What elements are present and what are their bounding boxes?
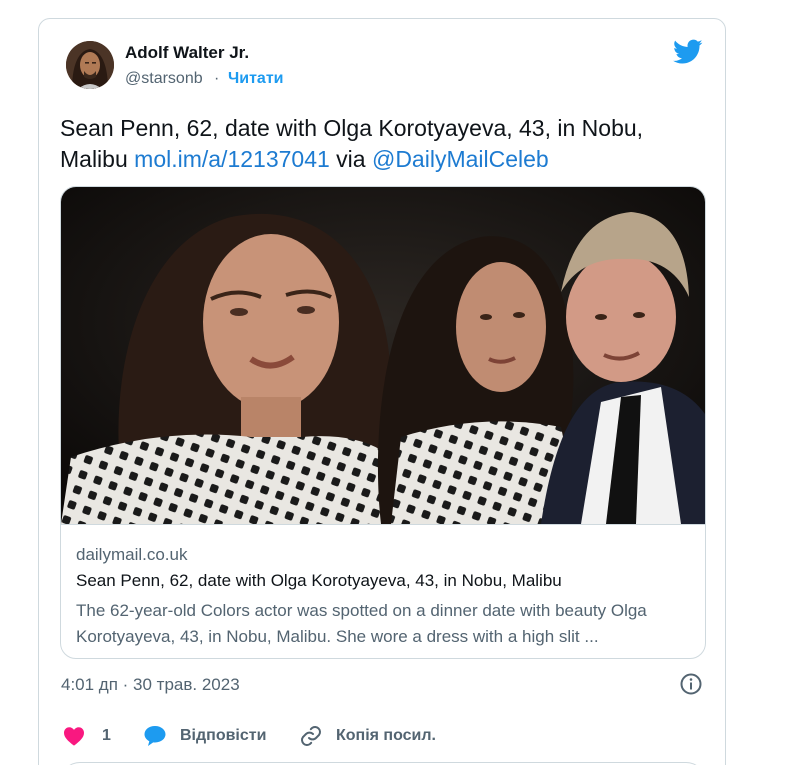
avatar-image (66, 41, 114, 89)
card-description: The 62-year-old Colors actor was spotted… (76, 601, 647, 646)
card-domain: dailymail.co.uk (76, 545, 188, 564)
like-count: 1 (102, 727, 111, 744)
follow-link[interactable]: Читати (228, 70, 283, 88)
speech-bubble-icon (144, 726, 166, 746)
tweet-timestamp[interactable]: 4:01 дп · 30 трав. 2023 (61, 675, 240, 695)
like-button[interactable]: 1 (63, 722, 111, 750)
info-icon[interactable] (679, 672, 703, 696)
tweet-via: via (329, 146, 372, 172)
author-name[interactable]: Adolf Walter Jr. (125, 43, 249, 63)
link-preview-card[interactable]: dailymail.co.uk Sean Penn, 62, date with… (60, 186, 706, 659)
separator-dot: · (214, 70, 220, 87)
copy-link-label: Копія посил. (336, 727, 436, 744)
reply-label: Відповісти (180, 727, 267, 744)
card-title: Sean Penn, 62, date with Olga Korotyayev… (76, 571, 562, 590)
twitter-bird-icon[interactable] (673, 39, 703, 65)
tweet-card: Adolf Walter Jr. @starsonb · Читати Sean… (38, 18, 726, 765)
reply-button[interactable]: Відповісти (143, 722, 266, 750)
card-image (61, 187, 705, 524)
avatar[interactable] (66, 41, 114, 89)
author-handle[interactable]: @starsonb (125, 70, 203, 88)
tweet-mention[interactable]: @DailyMailCeleb (372, 146, 549, 172)
link-icon (301, 726, 321, 746)
divider (60, 711, 706, 712)
card-text: dailymail.co.uk Sean Penn, 62, date with… (61, 524, 705, 658)
heart-icon (64, 727, 84, 746)
tweet-link[interactable]: mol.im/a/12137041 (134, 146, 330, 172)
copy-link-button[interactable]: Копія посил. (299, 722, 436, 750)
action-bar: 1 Відповісти Копія посил. (61, 722, 701, 750)
tweet-text: Sean Penn, 62, date with Olga Korotyayev… (60, 113, 710, 175)
